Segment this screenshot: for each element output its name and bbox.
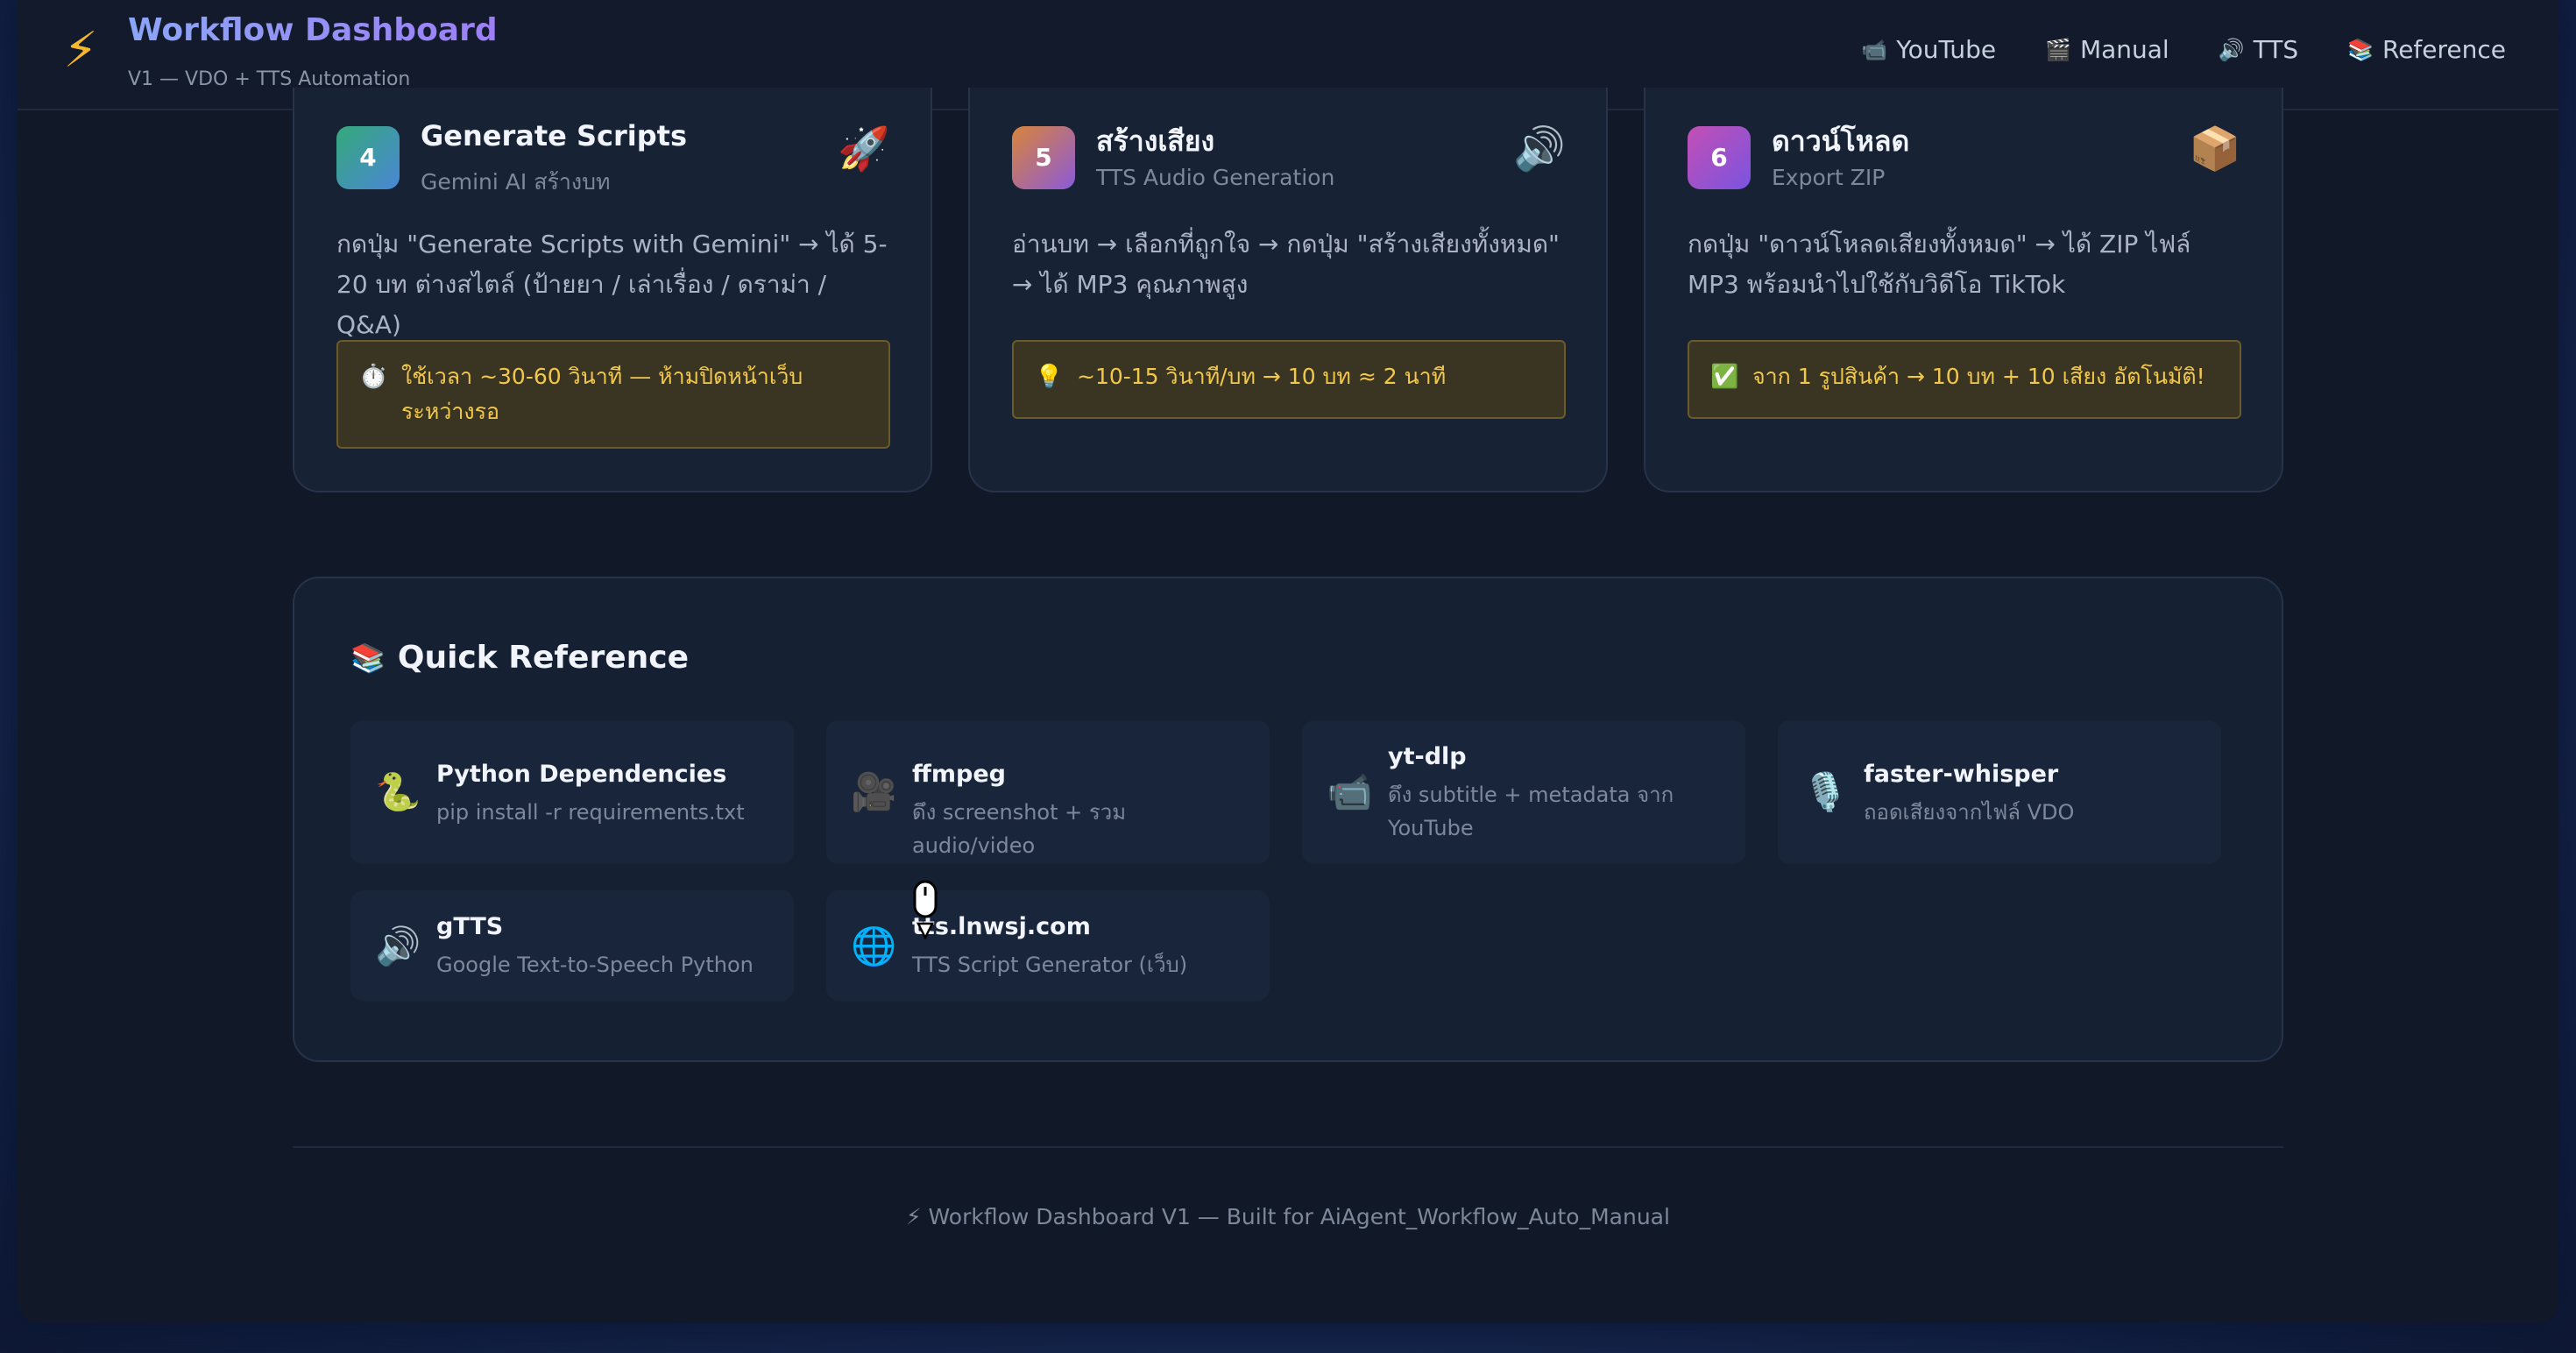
mouse-cursor-icon xyxy=(913,880,938,940)
reference-name: yt-dlp xyxy=(1388,743,1467,770)
lightbulb-icon: 💡 xyxy=(1035,364,1064,390)
step-subtitle: TTS Audio Generation xyxy=(1096,165,1335,190)
step-card-create-audio: 5 สร้างเสียง TTS Audio Generation 🔊 อ่าน… xyxy=(968,88,1608,492)
step-subtitle: Export ZIP xyxy=(1772,165,1886,190)
step-number-badge: 5 xyxy=(1012,126,1075,189)
reference-description: pip install -r requirements.txt xyxy=(436,800,745,825)
rocket-icon: 🚀 xyxy=(838,124,890,174)
reference-description: ดึง subtitle + metadata จาก YouTube xyxy=(1388,783,1674,840)
app-title: Workflow Dashboard xyxy=(128,12,498,48)
lightning-bolt-icon: ⚡ xyxy=(63,22,98,79)
speaker-icon: 🔊 xyxy=(1513,124,1566,174)
video-camera-icon: 📹 xyxy=(1861,37,1888,62)
nav-label: YouTube xyxy=(1896,35,1997,64)
nav-link-tts[interactable]: 🔊 TTS xyxy=(2219,35,2298,64)
step-number-badge: 6 xyxy=(1688,126,1751,189)
step-card-generate-scripts: 4 Generate Scripts Gemini AI สร้างบท 🚀 ก… xyxy=(293,88,932,492)
reference-item-python[interactable]: 🐍 Python Dependencies pip install -r req… xyxy=(350,720,794,864)
reference-name: Python Dependencies xyxy=(436,761,727,788)
speaker-icon: 🔊 xyxy=(2218,37,2245,62)
globe-icon: 🌐 xyxy=(851,924,897,967)
clapperboard-icon: 🎬 xyxy=(2045,37,2071,62)
reference-description: ถอดเสียงจากไฟล์ VDO xyxy=(1864,800,2075,825)
step-title: สร้างเสียง xyxy=(1096,124,1215,158)
section-title: Quick Reference xyxy=(397,640,689,676)
video-camera-icon: 📹 xyxy=(1327,770,1373,813)
step-subtitle: Gemini AI สร้างบท xyxy=(421,169,611,195)
stopwatch-icon: ⏱️ xyxy=(359,364,388,390)
desktop-background: ⚡ Workflow Dashboard V1 — VDO + TTS Auto… xyxy=(0,0,2576,1353)
reference-description: Google Text-to-Speech Python xyxy=(436,953,754,977)
main-nav: 📹 YouTube 🎬 Manual 🔊 TTS 📚 Reference xyxy=(1861,35,2506,64)
reference-description: TTS Script Generator (เว็บ) xyxy=(912,953,1188,977)
books-icon: 📚 xyxy=(350,641,386,675)
snake-icon: 🐍 xyxy=(375,770,421,813)
step-description: อ่านบท → เลือกที่ถูกใจ → กดปุ่ม "สร้างเส… xyxy=(1012,230,1560,299)
footer-text: ⚡ Workflow Dashboard V1 — Built for AiAg… xyxy=(906,1204,1670,1229)
browser-window: ⚡ Workflow Dashboard V1 — VDO + TTS Auto… xyxy=(18,0,2558,1323)
nav-link-reference[interactable]: 📚 Reference xyxy=(2347,35,2506,64)
step-title: Generate Scripts xyxy=(421,119,687,152)
microphone-icon: 🎙️ xyxy=(1802,770,1849,813)
reference-item-yt-dlp[interactable]: 📹 yt-dlp ดึง subtitle + metadata จาก You… xyxy=(1302,720,1745,864)
footer-divider xyxy=(293,1146,2283,1148)
reference-name: faster-whisper xyxy=(1864,761,2059,788)
reference-item-gtts[interactable]: 🔊 gTTS Google Text-to-Speech Python xyxy=(350,890,794,1001)
nav-label: Reference xyxy=(2382,35,2506,64)
books-icon: 📚 xyxy=(2347,37,2374,62)
package-icon: 📦 xyxy=(2189,124,2241,174)
nav-label: TTS xyxy=(2253,35,2299,64)
reference-name: ffmpeg xyxy=(912,761,1006,788)
nav-link-manual[interactable]: 🎬 Manual xyxy=(2045,35,2169,64)
step-note-text: ใช้เวลา ~30-60 วินาที — ห้ามปิดหน้าเว็บร… xyxy=(401,364,803,424)
step-card-download: 6 ดาวน์โหลด Export ZIP 📦 กดปุ่ม "ดาวน์โห… xyxy=(1644,88,2283,492)
step-description: กดปุ่ม "Generate Scripts with Gemini" → … xyxy=(336,230,888,339)
step-note-tip: 💡 ~10-15 วินาที/บท → 10 บท ≈ 2 นาที xyxy=(1012,340,1566,419)
step-title: ดาวน์โหลด xyxy=(1772,124,1910,158)
reference-name: gTTS xyxy=(436,913,504,940)
nav-label: Manual xyxy=(2079,35,2169,64)
step-description: กดปุ่ม "ดาวน์โหลดเสียงทั้งหมด" → ได้ ZIP… xyxy=(1688,230,2191,299)
reference-item-ffmpeg[interactable]: 🎥 ffmpeg ดึง screenshot + รวม audio/vide… xyxy=(826,720,1270,864)
reference-item-faster-whisper[interactable]: 🎙️ faster-whisper ถอดเสียงจากไฟล์ VDO xyxy=(1778,720,2221,864)
movie-camera-icon: 🎥 xyxy=(851,770,897,813)
step-note-warning: ⏱️ ใช้เวลา ~30-60 วินาที — ห้ามปิดหน้าเว… xyxy=(336,340,890,449)
reference-item-tts-web[interactable]: 🌐 tts.lnwsj.com TTS Script Generator (เว… xyxy=(826,890,1270,1001)
step-number-badge: 4 xyxy=(336,126,400,189)
speaker-icon: 🔊 xyxy=(375,924,421,967)
step-note-text: จาก 1 รูปสินค้า → 10 บท + 10 เสียง อัตโน… xyxy=(1752,364,2205,389)
step-note-text: ~10-15 วินาที/บท → 10 บท ≈ 2 นาที xyxy=(1077,364,1447,389)
section-heading: 📚 Quick Reference xyxy=(350,640,689,676)
reference-description: ดึง screenshot + รวม audio/video xyxy=(912,800,1127,858)
check-mark-icon: ✅ xyxy=(1710,364,1739,390)
quick-reference-section: 📚 Quick Reference 🐍 Python Dependencies … xyxy=(293,577,2283,1062)
nav-link-youtube[interactable]: 📹 YouTube xyxy=(1861,35,1996,64)
step-note-success: ✅ จาก 1 รูปสินค้า → 10 บท + 10 เสียง อัต… xyxy=(1688,340,2241,419)
